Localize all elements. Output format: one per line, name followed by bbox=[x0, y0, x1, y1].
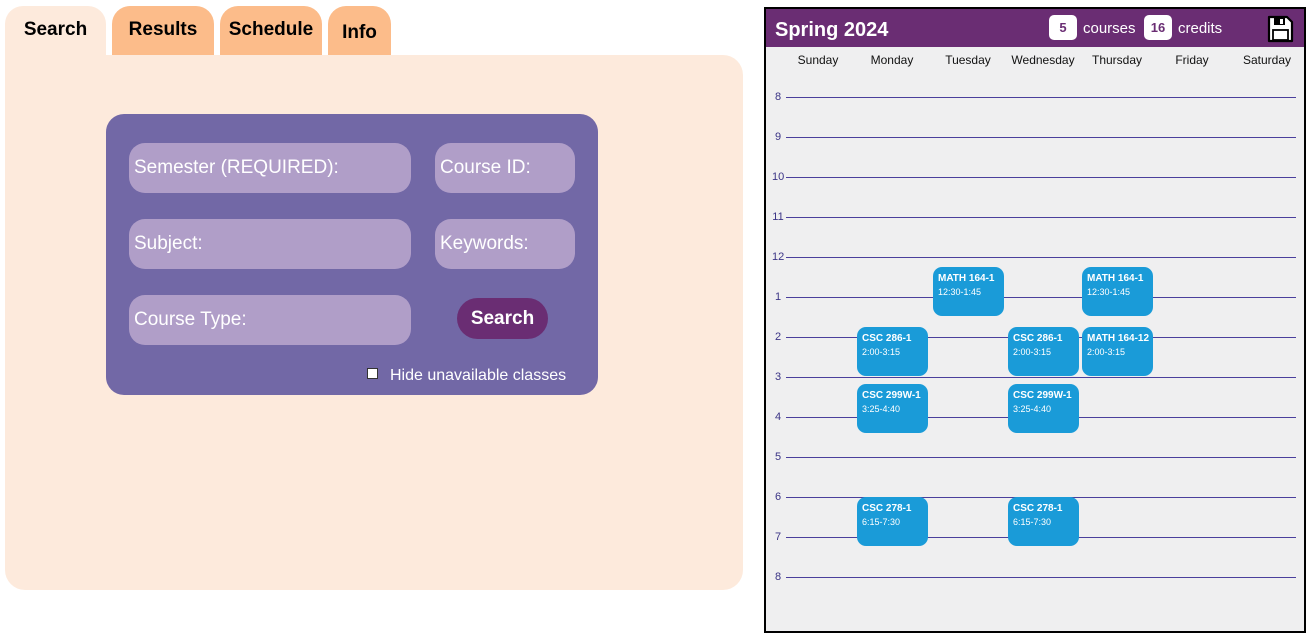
course-code: CSC 299W-1 bbox=[862, 389, 921, 401]
subject-field[interactable]: Subject: bbox=[129, 219, 411, 269]
hour-gridline bbox=[786, 177, 1296, 178]
course-block[interactable]: MATH 164-1 12:30-1:45 bbox=[933, 267, 1004, 316]
hour-gridline bbox=[786, 457, 1296, 458]
credits-count-badge: 16 bbox=[1144, 15, 1172, 40]
course-block[interactable]: MATH 164-12 2:00-3:15 bbox=[1082, 327, 1153, 376]
semester-field[interactable]: Semester (REQUIRED): bbox=[129, 143, 411, 193]
course-code: CSC 299W-1 bbox=[1013, 389, 1072, 401]
hour-label: 11 bbox=[772, 211, 784, 223]
tab-search[interactable]: Search bbox=[5, 6, 106, 56]
course-code: CSC 286-1 bbox=[862, 333, 912, 344]
course-block[interactable]: CSC 278-1 6:15-7:30 bbox=[857, 497, 928, 546]
floppy-disk-icon[interactable] bbox=[1266, 15, 1294, 43]
course-code: CSC 278-1 bbox=[862, 503, 912, 514]
course-code: CSC 278-1 bbox=[1013, 503, 1063, 514]
hour-gridline bbox=[786, 297, 1296, 298]
courses-label: courses bbox=[1083, 20, 1136, 37]
hour-gridline bbox=[786, 97, 1296, 98]
courses-count-badge: 5 bbox=[1049, 15, 1077, 40]
semester-title: Spring 2024 bbox=[775, 19, 889, 41]
hide-unavailable-label: Hide unavailable classes bbox=[390, 367, 567, 384]
course-time: 3:25-4:40 bbox=[862, 403, 901, 414]
hour-label: 10 bbox=[772, 171, 785, 183]
search-button[interactable]: Search bbox=[457, 298, 548, 339]
hour-label: 7 bbox=[774, 531, 782, 543]
hour-label: 8 bbox=[774, 571, 782, 583]
day-header-thursday: Thursday bbox=[1091, 53, 1143, 67]
hour-gridline bbox=[786, 217, 1296, 218]
day-header-saturday: Saturday bbox=[1242, 53, 1292, 67]
course-time: 6:15-7:30 bbox=[862, 517, 901, 527]
tab-results[interactable]: Results bbox=[112, 6, 214, 56]
course-block[interactable]: CSC 278-1 6:15-7:30 bbox=[1008, 497, 1079, 546]
hour-gridline bbox=[786, 577, 1296, 578]
schedule-calendar: Spring 2024 5 courses 16 credits Sunday M… bbox=[764, 7, 1306, 633]
hour-gridline bbox=[786, 257, 1296, 258]
course-time: 3:25-4:40 bbox=[1013, 403, 1052, 414]
hour-label: 8 bbox=[774, 91, 782, 103]
course-block[interactable]: CSC 286-1 2:00-3:15 bbox=[857, 327, 928, 376]
day-header-wednesday: Wednesday bbox=[1011, 53, 1075, 67]
hour-gridline bbox=[786, 137, 1296, 138]
hour-gridline bbox=[786, 377, 1296, 378]
course-time: 12:30-1:45 bbox=[1087, 287, 1131, 297]
course-id-field[interactable]: Course ID: bbox=[435, 143, 575, 193]
credits-label: credits bbox=[1178, 20, 1223, 37]
hour-label: 12 bbox=[772, 251, 785, 263]
course-block[interactable]: CSC 286-1 2:00-3:15 bbox=[1008, 327, 1079, 376]
hour-label: 1 bbox=[774, 291, 782, 303]
hide-unavailable-checkbox[interactable] bbox=[367, 368, 378, 379]
course-type-field[interactable]: Course Type: bbox=[129, 295, 411, 345]
course-time: 12:30-1:45 bbox=[938, 287, 982, 297]
hour-label: 9 bbox=[774, 131, 782, 143]
course-block[interactable]: MATH 164-1 12:30-1:45 bbox=[1082, 267, 1153, 316]
course-code: MATH 164-12 bbox=[1087, 333, 1150, 344]
day-header-sunday: Sunday bbox=[797, 53, 839, 67]
hour-label: 5 bbox=[774, 451, 782, 463]
hour-label: 3 bbox=[774, 371, 782, 383]
course-time: 2:00-3:15 bbox=[1013, 347, 1052, 357]
course-time: 2:00-3:15 bbox=[862, 347, 901, 357]
hour-label: 2 bbox=[774, 331, 782, 343]
day-header-tuesday: Tuesday bbox=[945, 53, 991, 67]
tab-schedule[interactable]: Schedule bbox=[220, 6, 322, 56]
tab-info[interactable]: Info bbox=[328, 6, 391, 56]
keywords-field[interactable]: Keywords: bbox=[435, 219, 575, 269]
course-block[interactable]: CSC 299W-1 3:25-4:40 bbox=[1008, 383, 1079, 433]
course-time: 6:15-7:30 bbox=[1013, 517, 1052, 527]
course-code: MATH 164-1 bbox=[938, 273, 995, 284]
hour-label: 6 bbox=[774, 491, 782, 503]
course-code: MATH 164-1 bbox=[1087, 273, 1144, 284]
hour-label: 4 bbox=[774, 411, 782, 423]
day-header-monday: Monday bbox=[870, 53, 914, 67]
course-code: CSC 286-1 bbox=[1013, 333, 1063, 344]
course-time: 2:00-3:15 bbox=[1087, 347, 1126, 357]
course-block[interactable]: CSC 299W-1 3:25-4:40 bbox=[857, 383, 928, 433]
day-header-friday: Friday bbox=[1175, 53, 1209, 67]
calendar-header: Spring 2024 5 courses 16 credits bbox=[766, 9, 1304, 47]
